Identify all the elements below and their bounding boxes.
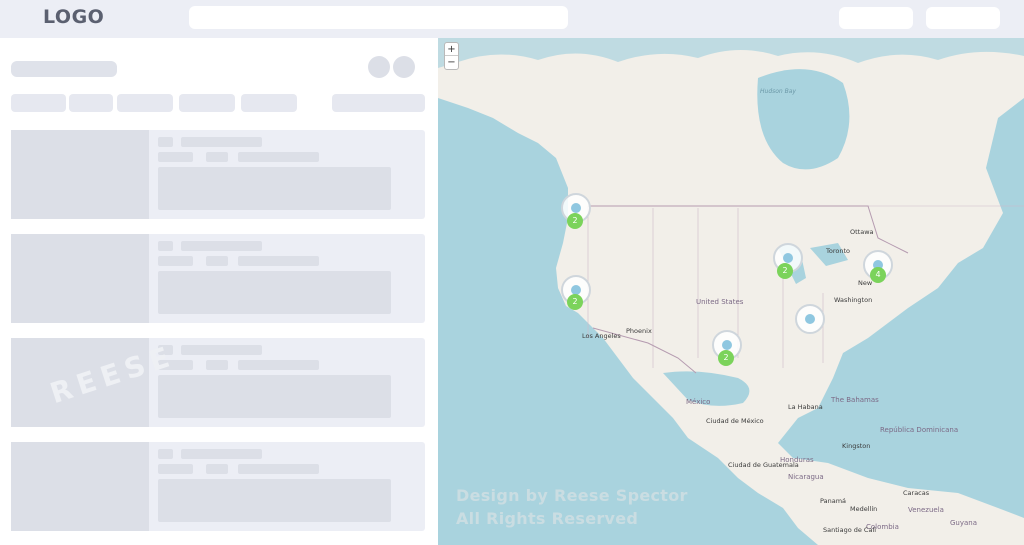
map-label-santiago-de-cali: Santiago de Cali bbox=[823, 526, 877, 534]
filter-chip-2[interactable] bbox=[69, 94, 113, 112]
map-label-ottawa: Ottawa bbox=[850, 228, 874, 236]
listing-thumbnail bbox=[11, 234, 149, 323]
map-label-bahamas: The Bahamas bbox=[831, 396, 879, 404]
map-label-republica-dominicana: República Dominicana bbox=[880, 426, 959, 434]
listing-meta-placeholder bbox=[238, 152, 319, 162]
map-label-venezuela: Venezuela bbox=[908, 506, 944, 514]
listing-meta-placeholder bbox=[206, 152, 228, 162]
header-button-1[interactable] bbox=[839, 7, 913, 29]
top-header: LOGO bbox=[0, 0, 1024, 38]
listing-meta-placeholder bbox=[238, 256, 319, 266]
map-label-los-angeles: Los Angeles bbox=[582, 332, 621, 340]
filter-chip-1[interactable] bbox=[11, 94, 66, 112]
zoom-in-button[interactable]: + bbox=[445, 43, 458, 56]
map-label-la-habana: La Habana bbox=[788, 403, 823, 411]
listing-description-placeholder bbox=[158, 479, 391, 522]
map-label-hudson-bay: Hudson Bay bbox=[760, 88, 796, 95]
map-label-new-york: New bbox=[858, 279, 873, 287]
map-label-mexico: México bbox=[686, 398, 711, 406]
map-label-phoenix: Phoenix bbox=[626, 327, 652, 335]
listing-meta-placeholder bbox=[238, 464, 319, 474]
listing-panel: REESE bbox=[0, 38, 438, 545]
listing-description-placeholder bbox=[158, 271, 391, 314]
map-label-united-states: United States bbox=[696, 298, 744, 306]
listing-title-placeholder bbox=[181, 241, 262, 251]
listing-tag-placeholder bbox=[158, 241, 173, 251]
listing-tag-placeholder bbox=[158, 137, 173, 147]
listing-meta-placeholder bbox=[158, 464, 193, 474]
map-label-honduras: Honduras bbox=[780, 456, 814, 464]
search-input[interactable] bbox=[189, 6, 568, 29]
listing-description-placeholder bbox=[158, 375, 391, 418]
list-item[interactable] bbox=[11, 442, 425, 531]
listing-title-placeholder bbox=[181, 449, 262, 459]
zoom-control: + − bbox=[444, 42, 459, 70]
map-label-kingston: Kingston bbox=[842, 442, 871, 450]
sort-dropdown[interactable] bbox=[332, 94, 425, 112]
list-item[interactable] bbox=[11, 130, 425, 219]
map-label-toronto: Toronto bbox=[826, 247, 850, 255]
map-label-nicaragua: Nicaragua bbox=[788, 473, 824, 481]
map-label-panama: Panamá bbox=[820, 497, 847, 505]
list-item[interactable] bbox=[11, 234, 425, 323]
circle-button-1[interactable] bbox=[368, 56, 390, 78]
listing-meta-placeholder bbox=[206, 256, 228, 266]
filter-chip-4[interactable] bbox=[179, 94, 235, 112]
listing-title-placeholder bbox=[181, 137, 262, 147]
filter-chip-5[interactable] bbox=[241, 94, 297, 112]
listing-thumbnail bbox=[11, 130, 149, 219]
cluster-count-badge[interactable]: 2 bbox=[567, 294, 583, 310]
listing-meta-placeholder bbox=[158, 256, 193, 266]
listing-thumbnail bbox=[11, 442, 149, 531]
cluster-count-badge[interactable]: 4 bbox=[870, 267, 886, 283]
map-label-guyana: Guyana bbox=[950, 519, 978, 527]
map-view[interactable]: Hudson Bay United States Toronto Ottawa … bbox=[438, 38, 1024, 545]
map-label-medellin: Medellín bbox=[850, 505, 878, 513]
map-watermark-line1: Design by Reese Spector bbox=[456, 486, 688, 505]
map-marker-atlanta[interactable] bbox=[795, 304, 825, 334]
zoom-out-button[interactable]: − bbox=[445, 56, 458, 69]
listing-meta-placeholder bbox=[158, 152, 193, 162]
cluster-count-badge[interactable]: 2 bbox=[718, 350, 734, 366]
map-label-caracas: Caracas bbox=[903, 489, 930, 497]
listing-meta-placeholder bbox=[206, 360, 228, 370]
map-watermark-line2: All Rights Reserved bbox=[456, 509, 639, 528]
map-label-ciudad-de-mexico: Ciudad de México bbox=[706, 417, 764, 425]
logo[interactable]: LOGO bbox=[43, 6, 104, 28]
circle-button-2[interactable] bbox=[393, 56, 415, 78]
cluster-count-badge[interactable]: 2 bbox=[567, 213, 583, 229]
cluster-count-badge[interactable]: 2 bbox=[777, 263, 793, 279]
listing-tag-placeholder bbox=[158, 449, 173, 459]
listing-description-placeholder bbox=[158, 167, 391, 210]
listing-meta-placeholder bbox=[206, 464, 228, 474]
map-label-washington: Washington bbox=[834, 296, 873, 304]
filter-chip-3[interactable] bbox=[117, 94, 173, 112]
panel-title-placeholder bbox=[11, 61, 117, 77]
listing-title-placeholder bbox=[181, 345, 262, 355]
listing-meta-placeholder bbox=[238, 360, 319, 370]
header-button-2[interactable] bbox=[926, 7, 1000, 29]
